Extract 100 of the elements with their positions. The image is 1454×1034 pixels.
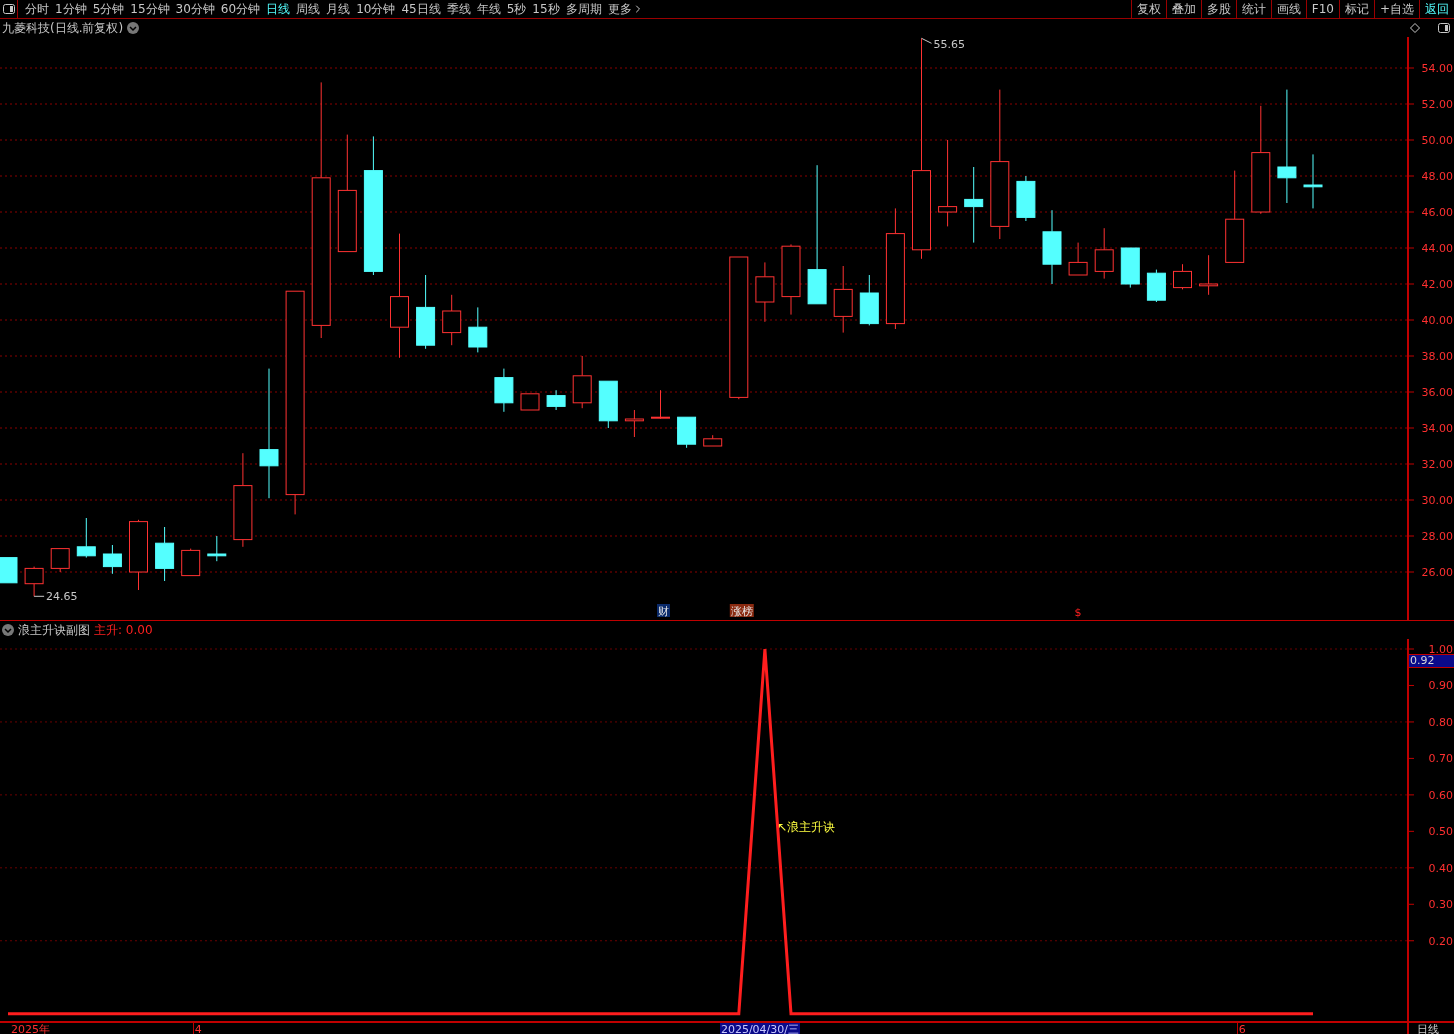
period-tab[interactable]: 分时 — [22, 0, 52, 18]
axis-label: 26.00 — [1421, 566, 1453, 579]
rank-marker[interactable]: 涨榜 — [729, 604, 754, 618]
candlestick — [1199, 254, 1219, 296]
candlestick — [442, 294, 462, 346]
period-label: 日线 — [1407, 1023, 1454, 1034]
candlestick — [1094, 227, 1114, 280]
period-tab[interactable]: 1分钟 — [52, 0, 90, 18]
toolbar-button[interactable]: 复权 — [1130, 0, 1166, 18]
candlestick — [1173, 263, 1192, 290]
axis-label: 0.20 — [1428, 934, 1453, 948]
price-annotation: 24.65 — [46, 590, 78, 604]
period-tab[interactable]: 更多 — [604, 0, 647, 18]
indicator-title: 浪主升诀副图 — [18, 621, 90, 639]
period-tab[interactable]: 月线 — [323, 0, 354, 18]
toolbar-button[interactable]: 标记 — [1338, 0, 1374, 18]
axis-label: 36.00 — [1421, 386, 1453, 399]
period-tab[interactable]: 年线 — [473, 0, 504, 18]
candlestick — [181, 548, 201, 577]
candlestick — [859, 274, 879, 326]
leader-line — [921, 37, 932, 44]
candlestick — [833, 265, 853, 334]
period-tab[interactable]: 季线 — [443, 0, 474, 18]
candlestick — [1303, 153, 1323, 209]
candlestick — [207, 535, 227, 562]
axis-label: 0.30 — [1428, 898, 1453, 912]
axis-label: 0.50 — [1428, 825, 1453, 839]
candlestick — [155, 526, 175, 582]
period-tab[interactable]: 多周期 — [562, 0, 605, 18]
diamond-icon[interactable] — [1410, 23, 1420, 33]
candlestick — [572, 355, 592, 409]
date-label: 4 — [192, 1023, 203, 1034]
axis-label: 42.00 — [1421, 278, 1453, 291]
candlestick — [624, 409, 644, 438]
candlestick — [50, 548, 70, 573]
axis-label: 50.00 — [1421, 134, 1453, 147]
dollar-marker[interactable]: $ — [1074, 606, 1082, 619]
candlestick — [0, 557, 18, 584]
candlestick — [755, 261, 775, 323]
leader-line — [33, 595, 45, 597]
period-tab[interactable]: 15分钟 — [127, 0, 173, 18]
candlestick — [677, 416, 697, 449]
axis-label: 48.00 — [1421, 170, 1453, 183]
candlestick — [598, 380, 618, 429]
indicator-legend: 主升: 0.00 — [94, 621, 153, 639]
period-tab[interactable]: 45日线 — [398, 0, 444, 18]
axis-label: 0.90 — [1428, 679, 1453, 693]
axis-label: 54.00 — [1421, 62, 1453, 75]
candlestick — [1120, 247, 1140, 289]
axis-label: 0.70 — [1428, 752, 1453, 766]
toolbar-button[interactable]: 统计 — [1235, 0, 1271, 18]
chart-title: 九菱科技(日线.前复权) — [2, 19, 124, 37]
toolbar-button[interactable]: +自选 — [1373, 0, 1419, 18]
period-tab[interactable]: 30分钟 — [172, 0, 218, 18]
period-tab[interactable]: 10分钟 — [353, 0, 399, 18]
date-label: 6 — [1236, 1023, 1247, 1034]
candlestick — [24, 566, 44, 597]
period-tab[interactable]: 5秒 — [503, 0, 530, 18]
chevron-down-icon[interactable] — [127, 22, 140, 34]
axis-label: 44.00 — [1421, 242, 1453, 255]
price-annotation: 55.65 — [933, 38, 965, 52]
candlestick — [76, 517, 96, 559]
period-tab[interactable]: 5分钟 — [89, 0, 128, 18]
candlestick — [468, 306, 488, 353]
toolbar-button[interactable]: 返回 — [1419, 0, 1454, 18]
toolbar-button[interactable]: 画线 — [1270, 0, 1306, 18]
candlestick — [1146, 269, 1166, 303]
candlestick — [546, 389, 566, 411]
axis-label: 0.80 — [1428, 715, 1453, 729]
axis-label: 46.00 — [1421, 206, 1453, 219]
candlestick — [494, 368, 514, 413]
toolbar-button[interactable]: F10 — [1305, 0, 1339, 18]
axis-label: 1.00 — [1428, 643, 1453, 656]
axis-label: 34.00 — [1421, 422, 1453, 435]
signal-label: ↖浪主升诀 — [776, 820, 835, 835]
toolbar-button[interactable]: 叠加 — [1165, 0, 1201, 18]
chevron-down-icon[interactable] — [2, 624, 14, 636]
axis-label: 0.60 — [1428, 788, 1453, 802]
period-tab[interactable]: 60分钟 — [217, 0, 264, 18]
panel-toggle-icon[interactable] — [0, 0, 18, 18]
candlestick — [1016, 175, 1036, 222]
axis-label: 52.00 — [1421, 98, 1453, 111]
axis-label: 30.00 — [1421, 494, 1453, 507]
axis-label: 38.00 — [1421, 350, 1453, 363]
finance-marker[interactable]: 财 — [657, 604, 670, 618]
axis-label: 0.40 — [1428, 861, 1453, 875]
value-readout: 0.92 — [1409, 654, 1454, 668]
cursor-date-label: 2025/04/30/三 — [719, 1023, 800, 1034]
candlestick — [651, 389, 670, 420]
toolbar-button[interactable]: 多股 — [1200, 0, 1236, 18]
axis-label: 28.00 — [1421, 530, 1453, 543]
date-label: 2025年 — [10, 1023, 51, 1034]
axis-label: 40.00 — [1421, 314, 1453, 327]
candlestick — [1068, 242, 1088, 276]
period-tab[interactable]: 日线 — [263, 0, 294, 18]
candlestick — [703, 434, 723, 447]
period-tab[interactable]: 周线 — [293, 0, 324, 18]
candlestick — [520, 393, 540, 411]
period-tab[interactable]: 15秒 — [529, 0, 563, 18]
candlestick — [102, 544, 122, 575]
